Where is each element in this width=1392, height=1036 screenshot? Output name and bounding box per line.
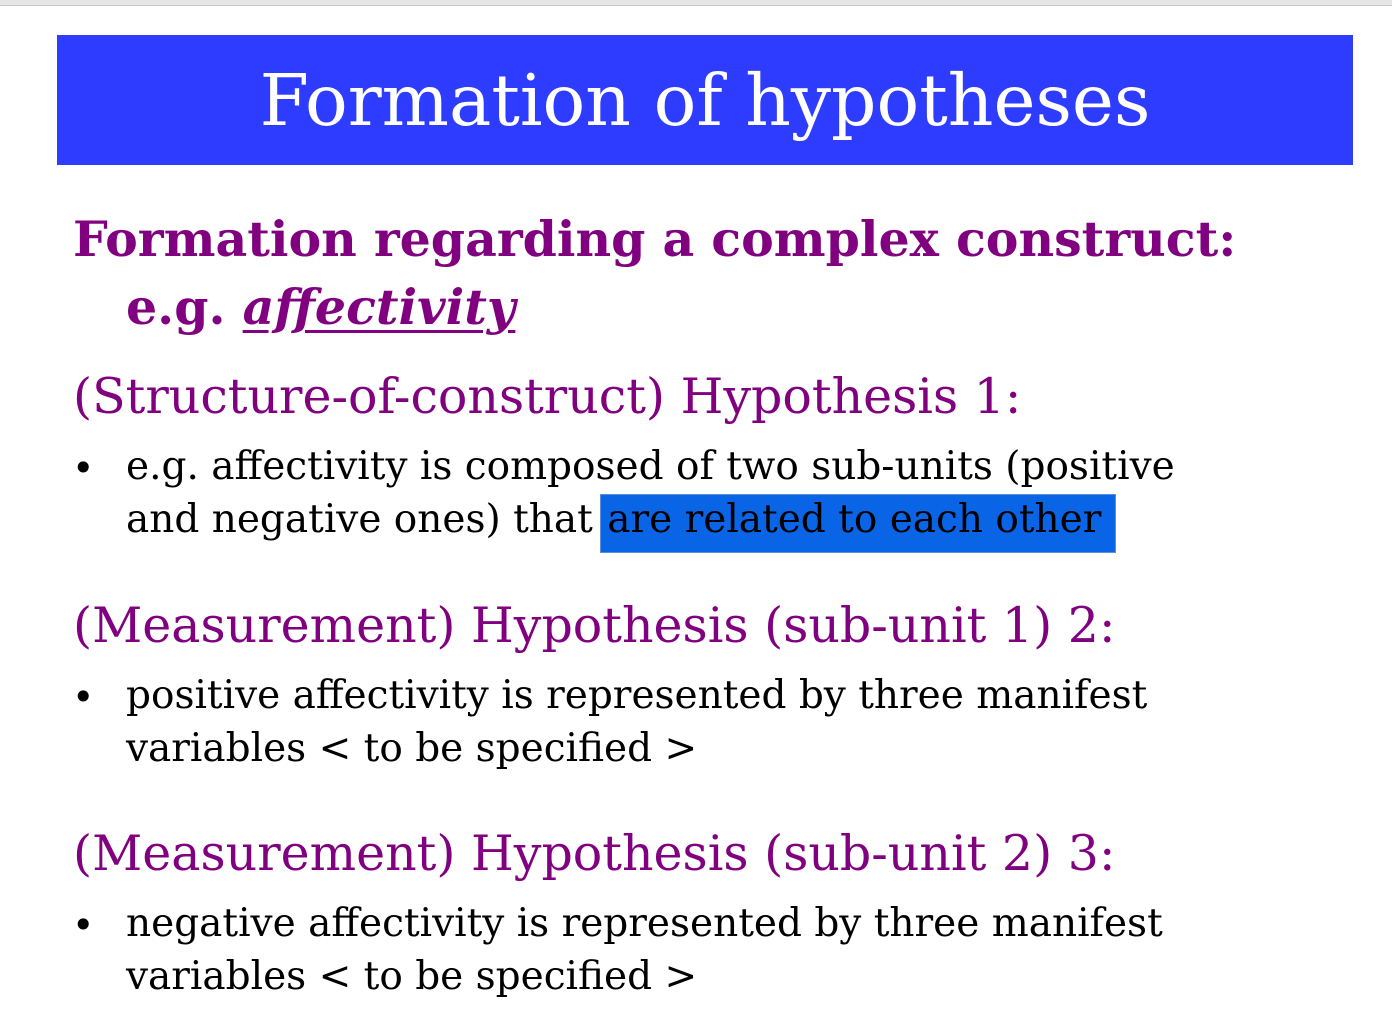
hypothesis-1-text-prefix: and negative ones) that (126, 497, 593, 542)
bullet-icon: • (72, 675, 95, 719)
subheading-prefix: e.g. (126, 278, 226, 336)
bullet-icon: • (72, 446, 95, 490)
hypothesis-1-text-line-2: and negative ones) that are related to e… (126, 493, 1117, 553)
hypothesis-2-text-line-2: variables < to be specified > (126, 726, 698, 771)
hypothesis-3-heading: (Measurement) Hypothesis (sub-unit 2) 3: (73, 825, 1116, 882)
hypothesis-1-heading: (Structure-of-construct) Hypothesis 1: (73, 368, 1022, 425)
window-top-border (0, 0, 1392, 6)
bullet-icon: • (72, 903, 95, 947)
hypothesis-2-text-line-1: positive affectivity is represented by t… (126, 673, 1148, 718)
slide-title: Formation of hypotheses (259, 59, 1151, 142)
hypothesis-1-text-line-1: e.g. affectivity is composed of two sub-… (126, 444, 1175, 489)
hypothesis-3-text-line-1: negative affectivity is represented by t… (126, 901, 1163, 946)
slide-page: Formation of hypotheses Formation regard… (0, 0, 1392, 1036)
subheading-emphasis: affectivity (242, 278, 516, 336)
selected-text-highlight[interactable]: are related to each other (600, 494, 1117, 553)
hypothesis-2-heading: (Measurement) Hypothesis (sub-unit 1) 2: (73, 597, 1116, 654)
hypothesis-3-text-line-2: variables < to be specified > (126, 954, 698, 999)
subheading-line-2: e.g. affectivity (126, 276, 515, 338)
subheading-line-1: Formation regarding a complex construct: (73, 210, 1237, 268)
title-banner: Formation of hypotheses (57, 35, 1353, 165)
